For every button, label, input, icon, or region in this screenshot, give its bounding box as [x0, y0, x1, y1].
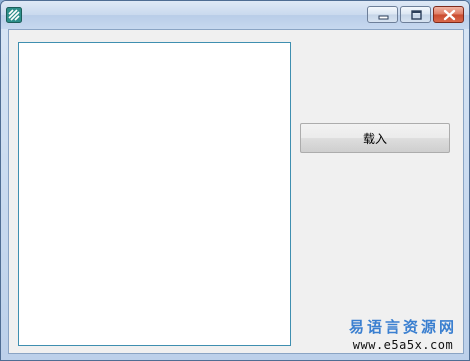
maximize-button[interactable] [400, 6, 431, 23]
close-button[interactable] [433, 6, 464, 23]
close-icon [443, 9, 456, 21]
watermark-site-name: 易语言资源网 [348, 318, 457, 336]
minimize-icon [378, 15, 389, 20]
maximize-icon [411, 10, 422, 20]
file-list-box[interactable] [18, 42, 291, 346]
watermark: 易语言资源网 www.e5a5x.com [340, 318, 466, 352]
minimize-button[interactable] [367, 6, 398, 23]
watermark-url: www.e5a5x.com [352, 338, 454, 352]
load-button[interactable]: 载入 [300, 123, 450, 153]
app-icon [6, 7, 22, 23]
title-bar[interactable] [1, 1, 469, 29]
